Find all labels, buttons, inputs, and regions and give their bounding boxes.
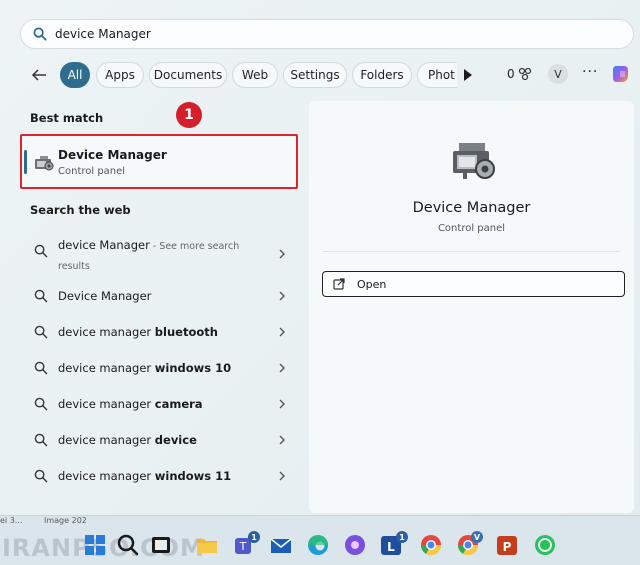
chevron-right-icon bbox=[279, 249, 285, 259]
chevron-right-icon bbox=[279, 291, 285, 301]
rewards-counter[interactable]: 0 bbox=[507, 67, 532, 81]
device-manager-large-icon bbox=[453, 143, 495, 179]
rewards-count: 0 bbox=[507, 67, 515, 81]
preview-title: Device Manager bbox=[412, 200, 531, 216]
edge-icon[interactable] bbox=[305, 532, 331, 558]
best-match-heading: Best match bbox=[30, 111, 104, 125]
selection-accent bbox=[24, 150, 27, 174]
open-button[interactable]: Open bbox=[322, 271, 625, 297]
taskbar-search-icon[interactable] bbox=[115, 532, 141, 558]
filter-folders[interactable]: Folders bbox=[352, 62, 412, 88]
web-result-item[interactable]: Device Manager bbox=[26, 281, 296, 311]
taskbar-strip: ei 3... Image 202 bbox=[0, 515, 640, 529]
search-icon bbox=[34, 325, 48, 339]
start-search-panel: All Apps Documents Web Settings Folders … bbox=[0, 0, 640, 515]
file-explorer-icon[interactable] bbox=[194, 532, 220, 558]
search-icon bbox=[34, 244, 48, 258]
search-icon bbox=[34, 433, 48, 447]
strip-text-left: ei 3... bbox=[0, 516, 23, 525]
filter-documents[interactable]: Documents bbox=[149, 62, 227, 88]
web-result-item[interactable]: device manager bluetooth bbox=[26, 317, 296, 347]
search-icon bbox=[34, 397, 48, 411]
chevron-right-icon bbox=[279, 435, 285, 445]
web-result-label: Device Manager bbox=[58, 289, 152, 303]
scroll-filters-right-icon[interactable] bbox=[464, 69, 472, 81]
web-result-item[interactable]: device manager camera bbox=[26, 389, 296, 419]
search-icon bbox=[34, 361, 48, 375]
chevron-right-icon bbox=[279, 363, 285, 373]
filter-web[interactable]: Web bbox=[232, 62, 278, 88]
web-result-item[interactable]: device manager windows 11 bbox=[26, 461, 296, 491]
word-badge: 1 bbox=[396, 531, 408, 543]
search-icon bbox=[34, 469, 48, 483]
chevron-right-icon bbox=[279, 471, 285, 481]
search-web-heading: Search the web bbox=[30, 203, 131, 217]
filter-all[interactable]: All bbox=[60, 62, 90, 88]
web-result-label: device manager windows 11 bbox=[58, 469, 232, 483]
more-options-icon[interactable]: ··· bbox=[582, 64, 598, 80]
user-avatar[interactable]: V bbox=[548, 64, 568, 84]
web-result-label: device manager windows 10 bbox=[58, 361, 232, 375]
chrome-profile-badge: V bbox=[471, 531, 483, 543]
chrome-icon[interactable] bbox=[418, 532, 444, 558]
teams-badge: 1 bbox=[248, 531, 260, 543]
back-arrow-icon[interactable] bbox=[30, 66, 48, 84]
filter-bar: All Apps Documents Web Settings Folders … bbox=[26, 62, 640, 88]
web-result-label: device Manager - See more search results bbox=[58, 238, 240, 272]
web-result-label: device manager device bbox=[58, 433, 197, 447]
mail-icon[interactable] bbox=[268, 532, 294, 558]
svg-text:P: P bbox=[503, 540, 512, 554]
chevron-right-icon bbox=[279, 399, 285, 409]
rewards-icon bbox=[518, 67, 531, 81]
device-manager-icon bbox=[35, 156, 54, 171]
web-result-see-more[interactable]: device Manager - See more search results bbox=[26, 236, 296, 276]
windows-start-icon[interactable] bbox=[82, 532, 108, 558]
filter-photos[interactable]: Phot bbox=[417, 62, 457, 88]
best-match-device-manager[interactable]: Device Manager Control panel bbox=[20, 134, 298, 189]
svg-text:L: L bbox=[387, 540, 395, 554]
search-icon bbox=[33, 27, 47, 41]
whatsapp-icon[interactable] bbox=[532, 532, 558, 558]
open-external-icon bbox=[333, 278, 345, 290]
web-result-item[interactable]: device manager device bbox=[26, 425, 296, 455]
filter-apps[interactable]: Apps bbox=[96, 62, 144, 88]
step-marker: 1 bbox=[176, 102, 202, 128]
result-preview-pane: Device Manager Control panel Open bbox=[309, 101, 634, 513]
search-icon bbox=[34, 289, 48, 303]
search-input[interactable] bbox=[55, 27, 595, 41]
search-box[interactable] bbox=[20, 19, 634, 49]
web-result-label: device manager bluetooth bbox=[58, 325, 218, 339]
chevron-right-icon bbox=[279, 327, 285, 337]
svg-text:T: T bbox=[239, 540, 247, 553]
preview-subtitle: Control panel bbox=[437, 223, 506, 234]
best-match-title: Device Manager bbox=[58, 148, 167, 162]
copilot-app-icon[interactable] bbox=[342, 532, 368, 558]
divider bbox=[323, 251, 620, 252]
web-result-label: device manager camera bbox=[58, 397, 203, 411]
copilot-icon[interactable] bbox=[610, 62, 634, 86]
web-result-item[interactable]: device manager windows 10 bbox=[26, 353, 296, 383]
powerpoint-icon[interactable]: P bbox=[494, 532, 520, 558]
filter-settings[interactable]: Settings bbox=[283, 62, 347, 88]
strip-text-right: Image 202 bbox=[44, 516, 87, 525]
task-view-icon[interactable] bbox=[148, 532, 174, 558]
best-match-subtitle: Control panel bbox=[58, 166, 126, 177]
open-button-label: Open bbox=[357, 278, 387, 291]
